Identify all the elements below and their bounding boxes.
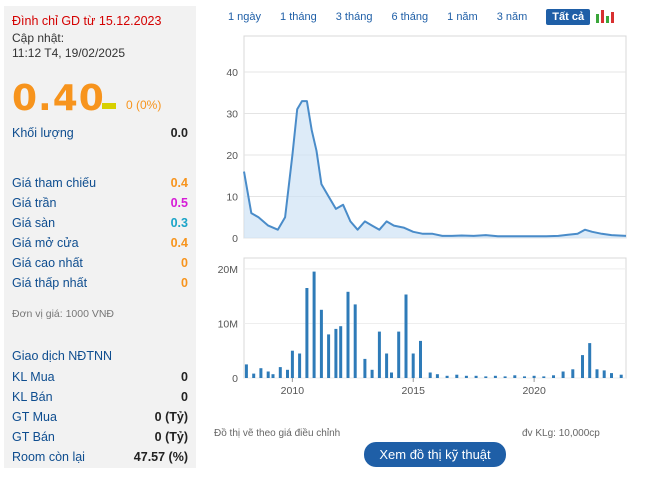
price-volume-chart: 0 10 20 30 40 0 10M 20M 2010 2015 2020 (218, 35, 627, 397)
volume-bar (397, 331, 401, 378)
volume-bar (298, 353, 302, 378)
volume-bar (445, 375, 449, 378)
volume-bar (474, 375, 478, 378)
volume-bar (503, 376, 507, 378)
volume-bar (619, 374, 623, 378)
volume-bar (428, 372, 432, 378)
volume-bar (363, 358, 367, 378)
volume-bar (484, 376, 488, 378)
volume-bar (435, 374, 439, 378)
volume-bar-chart (244, 271, 623, 378)
volume-bar (542, 376, 546, 378)
volume-bar (464, 375, 468, 378)
volume-bar (588, 343, 592, 378)
volume-bar (286, 369, 289, 378)
technical-chart-button[interactable]: Xem đồ thị kỹ thuật (364, 442, 506, 467)
price-y-tick-label: 40 (226, 67, 238, 79)
volume-bar (259, 368, 263, 378)
volume-bar (411, 353, 415, 378)
price-y-tick-label: 20 (226, 150, 238, 162)
volume-bar (377, 331, 381, 378)
volume-bar (390, 372, 393, 378)
volume-bar (523, 376, 526, 378)
volume-bar (552, 375, 555, 378)
volume-bar (404, 294, 408, 378)
volume-bar (610, 373, 613, 378)
volume-bar (595, 369, 599, 378)
volume-bar (305, 288, 309, 378)
volume-y-tick-label: 0 (232, 373, 238, 385)
volume-bar (513, 375, 517, 378)
volume-bar (278, 367, 282, 378)
volume-y-tick-label: 10M (218, 318, 238, 330)
volume-bar (602, 370, 606, 378)
adjusted-price-note: Đồ thị vẽ theo giá điều chỉnh (214, 428, 341, 439)
x-tick-label: 2020 (522, 385, 546, 397)
volume-bar (271, 374, 275, 378)
volume-bar (252, 373, 256, 378)
volume-bar (346, 291, 350, 378)
volume-bar (334, 328, 338, 378)
volume-bar (532, 375, 536, 378)
volume-bar (339, 326, 343, 378)
volume-bar (290, 350, 294, 378)
price-y-tick-label: 0 (232, 233, 238, 245)
x-tick-label: 2015 (402, 385, 426, 397)
volume-bar (571, 369, 575, 378)
price-y-tick-label: 30 (226, 109, 238, 121)
price-area-fill (244, 101, 626, 238)
volume-bar (312, 271, 316, 378)
x-tick-label: 2010 (281, 385, 305, 397)
volume-unit-note: đv KLg: 10,000cp (522, 428, 600, 439)
price-y-tick-label: 10 (226, 192, 238, 204)
volume-bar (370, 369, 374, 378)
volume-y-tick-label: 20M (218, 264, 238, 276)
volume-bar (561, 371, 565, 378)
volume-bar (455, 374, 459, 378)
volume-plot-frame (243, 257, 627, 379)
volume-bar (244, 364, 248, 378)
volume-bar (266, 371, 270, 378)
volume-bar (419, 340, 422, 378)
volume-bar (319, 309, 323, 378)
volume-bar (493, 375, 497, 378)
volume-bar (385, 353, 389, 378)
volume-bar (353, 304, 357, 378)
price-area-chart (243, 100, 627, 238)
volume-bar (581, 355, 584, 378)
volume-bar (327, 334, 331, 378)
